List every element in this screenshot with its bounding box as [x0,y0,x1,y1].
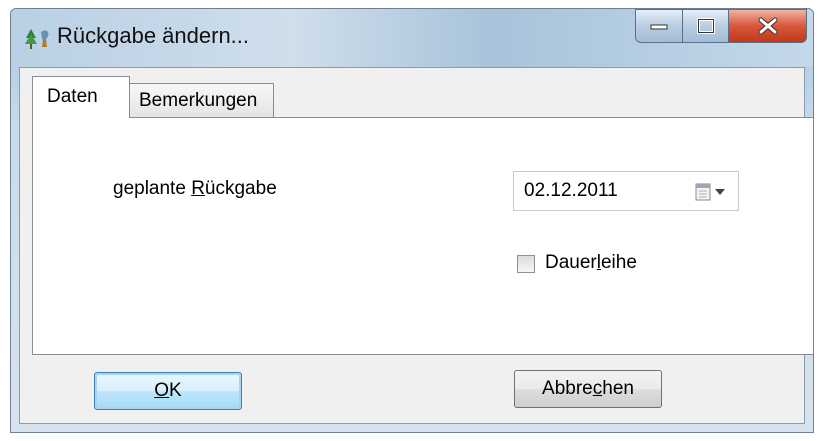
dialog-window: Rückgabe ändern... Daten Bemerkungen gep… [10,8,814,433]
return-date-picker[interactable]: 02.12.2011 [513,171,739,211]
tree-icon [25,29,49,49]
tab-panel-daten: geplante Rückgabe 02.12.2011 Dauerleihe [32,117,813,355]
close-icon [758,17,777,35]
title-bar[interactable]: Rückgabe ändern... [11,9,813,67]
dialog-content: Daten Bemerkungen geplante Rückgabe 02.1… [19,67,813,424]
minimize-icon [650,24,668,30]
permanent-loan-label[interactable]: Dauerleihe [545,252,637,274]
calendar-dropdown-icon[interactable] [694,182,730,202]
caption-buttons [635,9,807,43]
ok-button[interactable]: OK [94,372,242,410]
return-date-value: 02.12.2011 [524,180,618,201]
window-title: Rückgabe ändern... [57,23,250,48]
tab-daten[interactable]: Daten [32,76,130,118]
close-button[interactable] [729,9,807,43]
planned-return-label: geplante Rückgabe [113,178,277,199]
tab-bemerkungen[interactable]: Bemerkungen [128,83,274,118]
cancel-button[interactable]: Abbrechen [514,370,662,408]
permanent-loan-checkbox[interactable] [517,255,535,273]
maximize-icon [696,18,715,34]
minimize-button[interactable] [635,9,683,43]
maximize-button[interactable] [683,9,729,43]
